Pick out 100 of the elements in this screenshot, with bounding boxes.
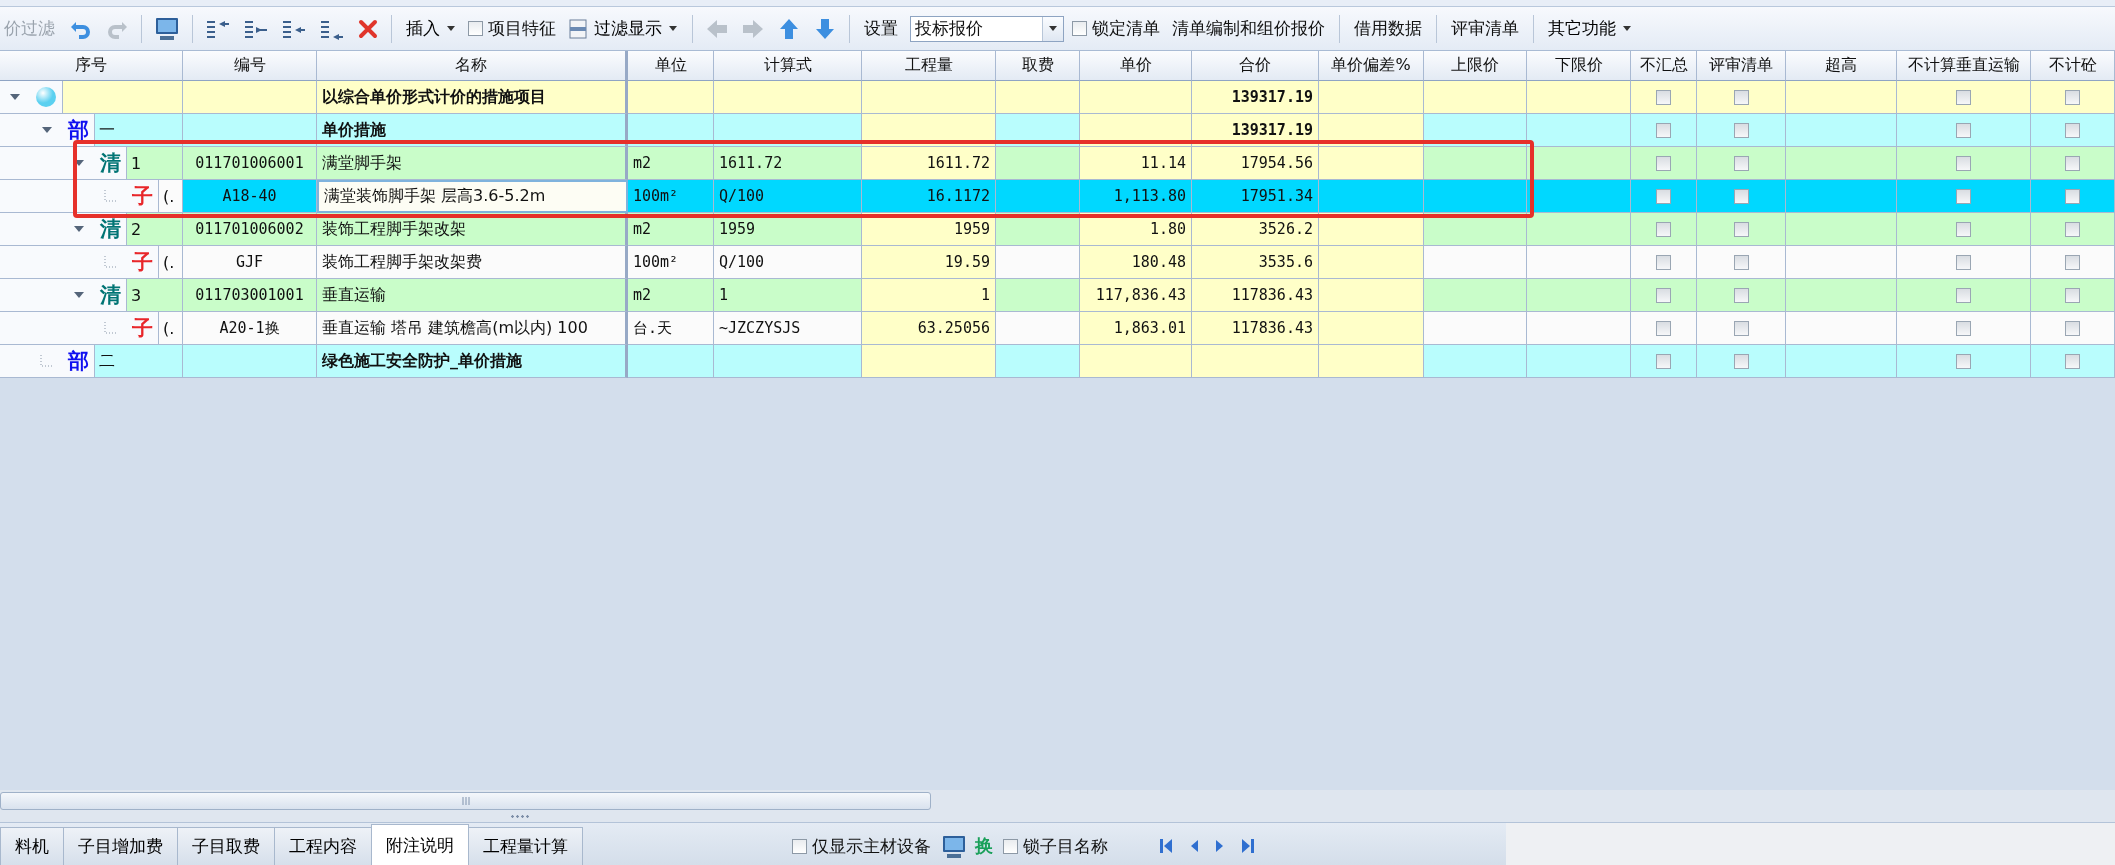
table-row[interactable]: 以综合单价形式计价的措施项目 139317.19 <box>0 81 2115 114</box>
table-row[interactable]: 子 (. GJF 装饰工程脚手架改架费 100m² Q/100 19.59 180.48 3535.6 <box>0 246 2115 279</box>
checkbox[interactable] <box>1656 353 1671 369</box>
checkbox[interactable] <box>792 838 807 854</box>
checkbox[interactable] <box>1956 353 1971 369</box>
checkbox[interactable] <box>2065 89 2080 105</box>
tab[interactable]: 工程量计算 <box>468 827 583 865</box>
column-header[interactable]: 超高 <box>1786 51 1897 81</box>
checkbox[interactable] <box>2065 320 2080 336</box>
tab[interactable]: 料机 <box>0 827 64 865</box>
column-header[interactable]: 不汇总 <box>1631 51 1697 81</box>
checkbox[interactable] <box>1733 353 1749 369</box>
menu-button[interactable]: 其它功能 <box>1544 15 1636 42</box>
table-row[interactable]: 清 1 011701006001 满堂脚手架 m2 1611.72 1611.72 11.14 17954.56 <box>0 147 2115 180</box>
table-row[interactable]: 子 (. A20-1换 垂直运输 塔吊 建筑檐高(m以内) 100 台.天 ~JZCZYSJS 63.25056 1,863.01 117836.43 <box>0 312 2115 345</box>
column-header[interactable]: 不计算垂直运输 <box>1897 51 2031 81</box>
table-cell: 台.天 <box>628 312 714 345</box>
checkbox[interactable] <box>1072 21 1087 36</box>
checkbox[interactable] <box>1733 188 1749 204</box>
checkbox[interactable] <box>2065 254 2080 270</box>
table-row[interactable]: 部 一 单价措施 139317.19 <box>0 114 2115 147</box>
checkbox[interactable] <box>2065 353 2080 369</box>
checkbox[interactable] <box>1656 188 1671 204</box>
last-page-icon[interactable] <box>1240 837 1256 855</box>
column-header[interactable]: 取费 <box>996 51 1080 81</box>
checkbox-label: 仅显示主材设备 <box>812 834 931 858</box>
column-header[interactable]: 名称 <box>317 51 628 81</box>
table-cell: 垂直运输 塔吊 建筑檐高(m以内) 100 <box>317 312 628 345</box>
delete-icon[interactable] <box>357 17 379 40</box>
table-cell[interactable]: 满堂装饰脚手架 层高3.6-5.2m <box>317 180 628 213</box>
checkbox[interactable] <box>1956 221 1971 237</box>
checkbox[interactable] <box>468 21 483 36</box>
caret-icon <box>446 25 456 32</box>
checkbox[interactable] <box>1733 221 1749 237</box>
horizontal-scrollbar[interactable] <box>0 792 931 810</box>
table-cell: 011701006001 <box>183 147 317 180</box>
toolbar-button[interactable]: 清单编制和组价报价 <box>1168 15 1329 42</box>
checkbox[interactable] <box>2065 122 2080 138</box>
table-cell: 满堂脚手架 <box>317 147 628 180</box>
table-cell: 63.25056 <box>862 312 996 345</box>
checkbox[interactable] <box>1956 155 1971 171</box>
tree-line <box>104 322 118 334</box>
tree-line <box>104 256 118 268</box>
arrow-down-icon[interactable] <box>813 16 837 41</box>
checkbox[interactable] <box>1956 287 1971 303</box>
checkbox[interactable] <box>1956 320 1971 336</box>
monitor-icon[interactable] <box>941 834 965 858</box>
table-cell: ~JZCZYSJS <box>714 312 862 345</box>
checkbox[interactable] <box>1733 320 1749 336</box>
tab[interactable]: 附注说明 <box>371 824 469 865</box>
checkbox[interactable] <box>1656 89 1671 105</box>
checkbox[interactable] <box>1733 254 1749 270</box>
checkbox[interactable] <box>2065 221 2080 237</box>
column-header[interactable]: 编号 <box>183 51 317 81</box>
tree-line <box>40 355 54 367</box>
checkbox[interactable] <box>1003 838 1018 854</box>
checkbox[interactable] <box>1656 122 1671 138</box>
document-icon <box>568 17 588 40</box>
first-page-icon[interactable] <box>1158 837 1174 855</box>
checkbox[interactable] <box>1656 287 1671 303</box>
menu-button[interactable]: 过滤显示 <box>564 15 682 42</box>
checkbox[interactable] <box>1656 155 1671 171</box>
column-header[interactable]: 单位 <box>628 51 714 81</box>
column-header[interactable]: 单价 <box>1080 51 1192 81</box>
checkbox[interactable] <box>2065 155 2080 171</box>
column-header[interactable]: 计算式 <box>714 51 862 81</box>
checkbox[interactable] <box>1656 320 1671 336</box>
column-header[interactable]: 不计砼 <box>2031 51 2115 81</box>
column-header[interactable]: 工程量 <box>862 51 996 81</box>
splitter-grip[interactable] <box>510 815 530 818</box>
dropdown[interactable]: 投标报价 <box>910 15 1064 42</box>
checkbox[interactable] <box>1733 155 1749 171</box>
checkbox[interactable] <box>1956 254 1971 270</box>
checkbox[interactable] <box>2065 287 2080 303</box>
column-header[interactable]: 合价 <box>1192 51 1319 81</box>
checkbox[interactable] <box>1956 188 1971 204</box>
checkbox-label: 项目特征 <box>488 17 556 40</box>
checkbox[interactable] <box>1733 89 1749 105</box>
column-header[interactable]: 下限价 <box>1527 51 1631 81</box>
checkbox[interactable] <box>1733 287 1749 303</box>
column-header[interactable]: 评审清单 <box>1697 51 1786 81</box>
table-row[interactable]: 清 2 011701006002 装饰工程脚手架改架 m2 1959 1959 1.80 3526.2 <box>0 213 2115 246</box>
toolbar-button[interactable]: 设置 <box>860 15 902 42</box>
checkbox[interactable] <box>1956 89 1971 105</box>
checkbox[interactable] <box>1956 122 1971 138</box>
checkbox[interactable] <box>1656 221 1671 237</box>
toolbar-button[interactable]: 借用数据 <box>1350 15 1426 42</box>
checkbox[interactable] <box>1733 122 1749 138</box>
table-row[interactable]: 子 (. A18-40 满堂装饰脚手架 层高3.6-5.2m 100m² Q/100 16.1172 1,113.80 17951.34 <box>0 180 2115 213</box>
toolbar-button[interactable]: 评审清单 <box>1447 15 1523 42</box>
table-row[interactable]: 清 3 011703001001 垂直运输 m2 1 1 117,836.43 117836.43 <box>0 279 2115 312</box>
column-header[interactable]: 上限价 <box>1424 51 1527 81</box>
checkbox[interactable] <box>2065 188 2080 204</box>
column-header[interactable]: 单价偏差% <box>1319 51 1424 81</box>
row-type-label: 子 <box>131 249 153 276</box>
table-row[interactable]: 部 二 绿色施工安全防护_单价措施 <box>0 345 2115 378</box>
menu-button[interactable]: 插入 <box>402 15 460 42</box>
column-header[interactable]: 序号 <box>0 51 183 81</box>
checkbox[interactable] <box>1656 254 1671 270</box>
monitor-icon[interactable] <box>154 15 180 42</box>
